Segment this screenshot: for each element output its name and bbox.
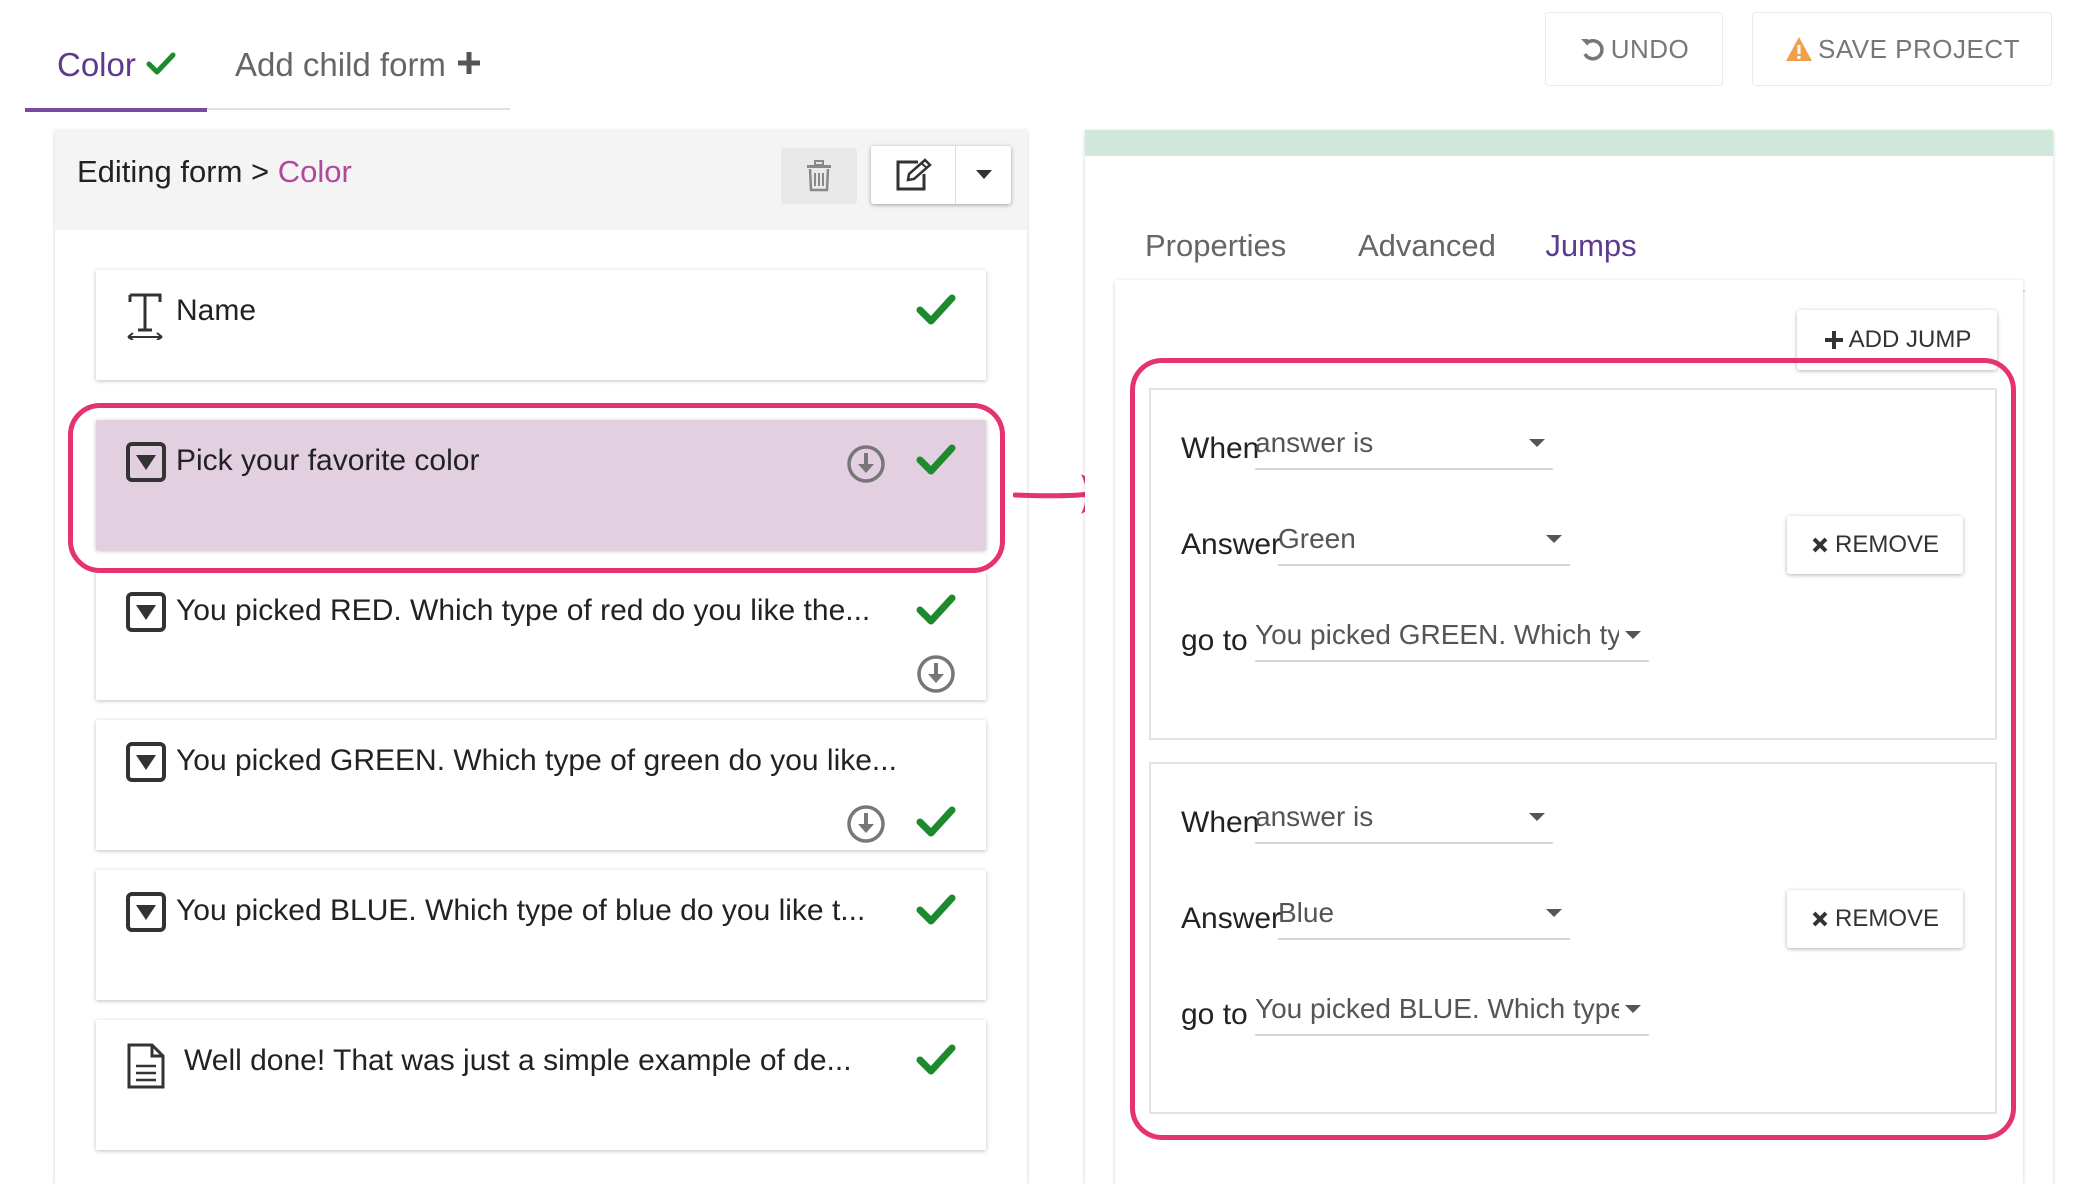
plus-icon (1824, 331, 1843, 349)
form-tabs: Color Add child form (25, 20, 510, 112)
when-value: answer is (1255, 427, 1374, 458)
caret-down-icon (1625, 1005, 1641, 1013)
question-card-favorite-color[interactable]: Pick your favorite color (96, 420, 986, 550)
question-card-green[interactable]: You picked GREEN. Which type of green do… (96, 720, 986, 850)
form-editor-panel: Editing form > Color Name Pick your favo… (55, 130, 1027, 1184)
save-project-button[interactable]: SAVE PROJECT (1752, 12, 2052, 86)
tab-color-label: Color (57, 46, 136, 83)
answer-value: Blue (1278, 897, 1335, 928)
when-label: When (1181, 432, 1260, 465)
jump-indicator-icon (916, 654, 956, 699)
close-icon (1812, 537, 1828, 553)
delete-form-button[interactable] (781, 148, 857, 204)
undo-label: UNDO (1610, 33, 1690, 64)
remove-jump-button[interactable]: REMOVE (1787, 516, 1963, 574)
tab-color[interactable]: Color (25, 20, 207, 112)
check-icon (916, 444, 956, 481)
add-jump-button[interactable]: ADD JUMP (1797, 310, 1997, 370)
tab-advanced[interactable]: Advanced (1358, 200, 1496, 292)
answer-label: Answer (1181, 528, 1282, 561)
when-label: When (1181, 806, 1260, 839)
add-jump-label: ADD JUMP (1848, 326, 1972, 353)
jump-rule: When answer is Answer Blue REMOVE go to … (1149, 762, 1997, 1114)
editing-form-prefix: Editing form > (77, 154, 278, 189)
go-to-label: go to (1181, 998, 1248, 1031)
edit-icon (896, 158, 932, 191)
tab-jumps[interactable]: Jumps (1513, 200, 1669, 294)
go-to-select[interactable]: You picked GREEN. Which type (1255, 610, 1649, 662)
question-label: You picked RED. Which type of red do you… (176, 594, 871, 627)
undo-button[interactable]: UNDO (1545, 12, 1723, 86)
form-name[interactable]: Color (278, 154, 352, 189)
question-settings-panel: Properties Advanced Jumps ADD JUMP When … (1085, 130, 2053, 1184)
go-to-label: go to (1181, 624, 1248, 657)
undo-icon (1580, 39, 1604, 61)
plus-icon (456, 46, 482, 84)
question-card-red[interactable]: You picked RED. Which type of red do you… (96, 570, 986, 700)
tab-advanced-label: Advanced (1358, 228, 1496, 263)
question-card-name[interactable]: Name (96, 270, 986, 380)
check-icon (916, 894, 956, 931)
close-icon (1812, 911, 1828, 927)
caret-down-icon (1546, 909, 1562, 917)
question-card-blue[interactable]: You picked BLUE. Which type of blue do y… (96, 870, 986, 1000)
answer-value: Green (1278, 523, 1356, 554)
tab-add-child-form[interactable]: Add child form (235, 20, 482, 110)
question-label: Name (176, 294, 257, 327)
jump-indicator-icon (846, 804, 886, 849)
remove-label: REMOVE (1834, 531, 1939, 558)
dropdown-question-icon (126, 592, 166, 637)
question-label: Pick your favorite color (176, 444, 480, 477)
caret-down-icon (1625, 631, 1641, 639)
when-select[interactable]: answer is (1255, 418, 1553, 470)
edit-form-button-group (871, 146, 1011, 204)
check-icon (916, 594, 956, 631)
answer-select[interactable]: Blue (1278, 888, 1570, 940)
form-editor-header: Editing form > Color (55, 130, 1027, 230)
dropdown-question-icon (126, 442, 166, 487)
remove-jump-button[interactable]: REMOVE (1787, 890, 1963, 948)
answer-select[interactable]: Green (1278, 514, 1570, 566)
question-label: Well done! That was just a simple exampl… (184, 1044, 852, 1077)
check-icon (916, 806, 956, 843)
question-card-well-done[interactable]: Well done! That was just a simple exampl… (96, 1020, 986, 1150)
when-value: answer is (1255, 801, 1374, 832)
jump-indicator-icon (846, 444, 886, 489)
jump-rule: When answer is Answer Green REMOVE go to… (1149, 388, 1997, 740)
text-type-icon (126, 292, 166, 345)
go-to-value: You picked GREEN. Which type (1255, 619, 1619, 650)
breadcrumb: Editing form > Color (77, 154, 352, 190)
question-label: You picked GREEN. Which type of green do… (176, 744, 897, 777)
dropdown-question-icon (126, 742, 166, 787)
answer-label: Answer (1181, 902, 1282, 935)
caret-down-icon (975, 170, 992, 179)
status-bar (1085, 130, 2053, 156)
dropdown-question-icon (126, 892, 166, 937)
trash-icon (807, 160, 831, 192)
caret-down-icon (1529, 439, 1545, 447)
go-to-value: You picked BLUE. Which type (1255, 993, 1619, 1024)
go-to-select[interactable]: You picked BLUE. Which type (1255, 984, 1649, 1036)
check-icon (916, 294, 956, 331)
tab-add-child-label: Add child form (235, 46, 446, 83)
caret-down-icon (1529, 813, 1545, 821)
tab-properties-label: Properties (1145, 228, 1287, 263)
tab-properties[interactable]: Properties (1145, 200, 1286, 292)
settings-tabs: Properties Advanced Jumps (1115, 200, 2025, 294)
edit-options-dropdown[interactable] (956, 146, 1011, 204)
remove-label: REMOVE (1834, 905, 1939, 932)
save-project-label: SAVE PROJECT (1817, 33, 2020, 64)
check-icon (916, 1044, 956, 1081)
jumps-panel: ADD JUMP When answer is Answer Green REM… (1115, 280, 2023, 1184)
warning-icon (1785, 37, 1812, 61)
check-icon (146, 46, 176, 84)
when-select[interactable]: answer is (1255, 792, 1553, 844)
caret-down-icon (1546, 535, 1562, 543)
question-label: You picked BLUE. Which type of blue do y… (176, 894, 866, 927)
edit-form-button[interactable] (871, 146, 956, 204)
document-icon (126, 1042, 166, 1095)
tab-jumps-label: Jumps (1545, 228, 1637, 263)
